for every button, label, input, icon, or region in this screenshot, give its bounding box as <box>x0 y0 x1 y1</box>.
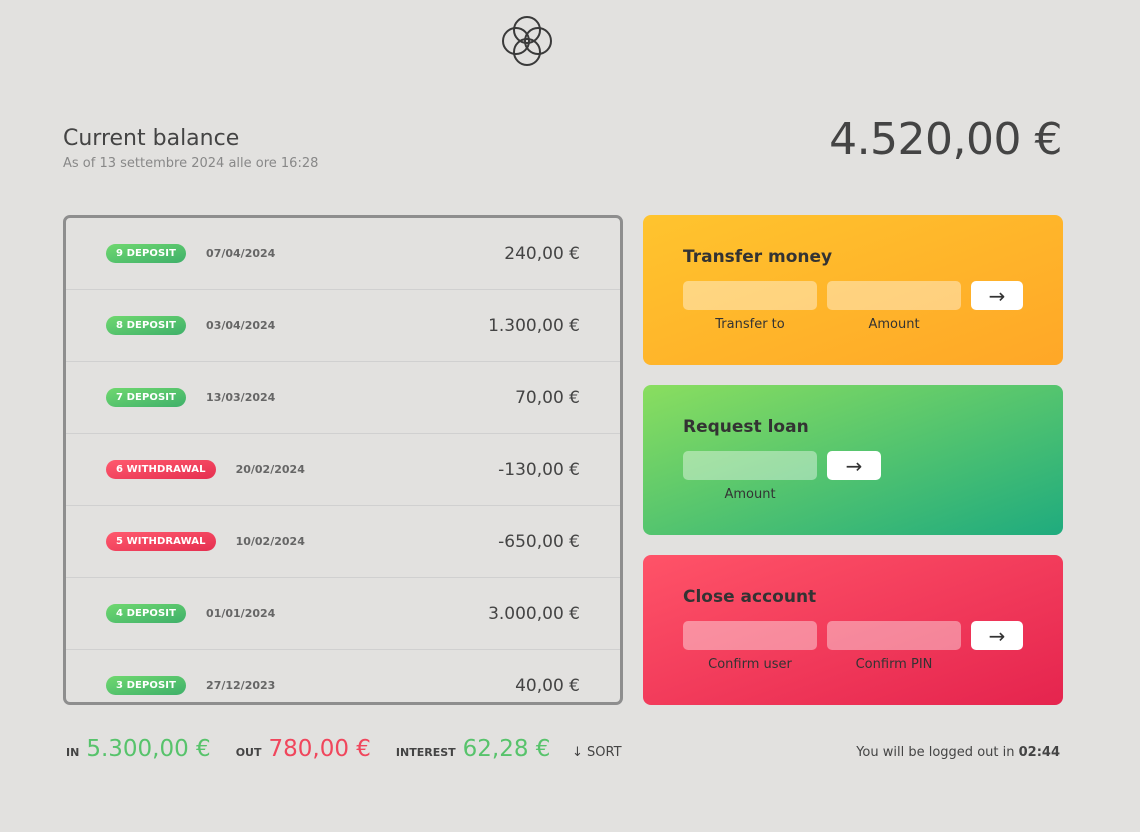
logout-timer: 02:44 <box>1018 745 1060 760</box>
sort-button[interactable]: ↓ SORT <box>572 745 622 760</box>
loan-amount-label: Amount <box>724 487 776 502</box>
movement-type-badge: 6 withdrawal <box>106 460 216 479</box>
movement-row: 8 deposit 03/04/2024 1.300,00 € <box>66 290 620 362</box>
movement-date: 03/04/2024 <box>206 319 276 332</box>
movement-value: -130,00 € <box>498 459 580 480</box>
balance-date: As of 13 settembre 2024 alle ore 16:28 <box>63 156 318 171</box>
movement-value: 70,00 € <box>515 387 580 408</box>
movement-date: 13/03/2024 <box>206 391 276 404</box>
confirm-pin-field: Confirm PIN <box>827 621 961 672</box>
confirm-user-field: Confirm user <box>683 621 817 672</box>
movement-row: 7 deposit 13/03/2024 70,00 € <box>66 362 620 434</box>
movement-date: 20/02/2024 <box>235 463 305 476</box>
balance-title: Current balance <box>63 126 240 151</box>
movements-list[interactable]: 9 deposit 07/04/2024 240,00 € 8 deposit … <box>63 215 623 705</box>
movement-value: -650,00 € <box>498 531 580 552</box>
transfer-to-field: Transfer to <box>683 281 817 332</box>
movement-row: 9 deposit 07/04/2024 240,00 € <box>66 218 620 290</box>
close-submit-button[interactable]: → <box>971 621 1023 650</box>
movement-date: 10/02/2024 <box>235 535 305 548</box>
summary-in-value: 5.300,00 € <box>86 736 211 762</box>
movement-date: 01/01/2024 <box>206 607 276 620</box>
movement-date: 27/12/2023 <box>206 679 276 692</box>
movement-type-badge: 3 deposit <box>106 676 187 695</box>
loan-submit-button[interactable]: → <box>827 451 881 480</box>
transfer-amount-label: Amount <box>868 317 920 332</box>
confirm-user-label: Confirm user <box>708 657 792 672</box>
loan-form: Amount → <box>683 451 1023 502</box>
movement-type-badge: 9 deposit <box>106 244 187 263</box>
transfer-submit-button[interactable]: → <box>971 281 1023 310</box>
movement-type-badge: 8 deposit <box>106 316 187 335</box>
close-form: Confirm user Confirm PIN → <box>683 621 1023 672</box>
balance-value: 4.520,00 € <box>829 114 1062 165</box>
summary-bar: In 5.300,00 € Out 780,00 € Interest 62,2… <box>66 736 575 762</box>
close-account-title: Close account <box>683 587 817 607</box>
close-account-card: Close account Confirm user Confirm PIN → <box>643 555 1063 705</box>
transfer-form: Transfer to Amount → <box>683 281 1023 332</box>
movement-row: 3 deposit 27/12/2023 40,00 € <box>66 650 620 702</box>
loan-amount-input[interactable] <box>683 451 817 480</box>
movement-value: 40,00 € <box>515 675 580 696</box>
movement-row: 6 withdrawal 20/02/2024 -130,00 € <box>66 434 620 506</box>
movement-type-badge: 4 deposit <box>106 604 187 623</box>
summary-in-label: In <box>66 746 80 759</box>
balance-date-prefix: As of <box>63 156 96 171</box>
movement-date: 07/04/2024 <box>206 247 276 260</box>
transfer-to-label: Transfer to <box>715 317 785 332</box>
transfer-amount-input[interactable] <box>827 281 961 310</box>
movement-type-badge: 5 withdrawal <box>106 532 216 551</box>
summary-out-label: Out <box>235 746 262 759</box>
movement-row: 4 deposit 01/01/2024 3.000,00 € <box>66 578 620 650</box>
confirm-user-input[interactable] <box>683 621 817 650</box>
transfer-money-title: Transfer money <box>683 247 833 267</box>
summary-interest-value: 62,28 € <box>462 736 551 762</box>
summary-out-value: 780,00 € <box>268 736 371 762</box>
confirm-pin-label: Confirm PIN <box>855 657 933 672</box>
movement-value: 3.000,00 € <box>488 603 580 624</box>
request-loan-card: Request loan Amount → <box>643 385 1063 535</box>
request-loan-title: Request loan <box>683 417 809 437</box>
logo-icon <box>502 16 552 66</box>
confirm-pin-input[interactable] <box>827 621 961 650</box>
transfer-money-card: Transfer money Transfer to Amount → <box>643 215 1063 365</box>
transfer-amount-field: Amount <box>827 281 961 332</box>
balance-date-value: 13 settembre 2024 alle ore 16:28 <box>99 156 319 171</box>
movement-row: 5 withdrawal 10/02/2024 -650,00 € <box>66 506 620 578</box>
movement-value: 240,00 € <box>504 243 580 264</box>
loan-amount-field: Amount <box>683 451 817 502</box>
movement-type-badge: 7 deposit <box>106 388 187 407</box>
transfer-to-input[interactable] <box>683 281 817 310</box>
logout-timer-text: You will be logged out in 02:44 <box>856 745 1060 760</box>
logout-text: You will be logged out in <box>856 745 1015 760</box>
summary-interest-label: Interest <box>395 746 456 759</box>
movement-value: 1.300,00 € <box>488 315 580 336</box>
